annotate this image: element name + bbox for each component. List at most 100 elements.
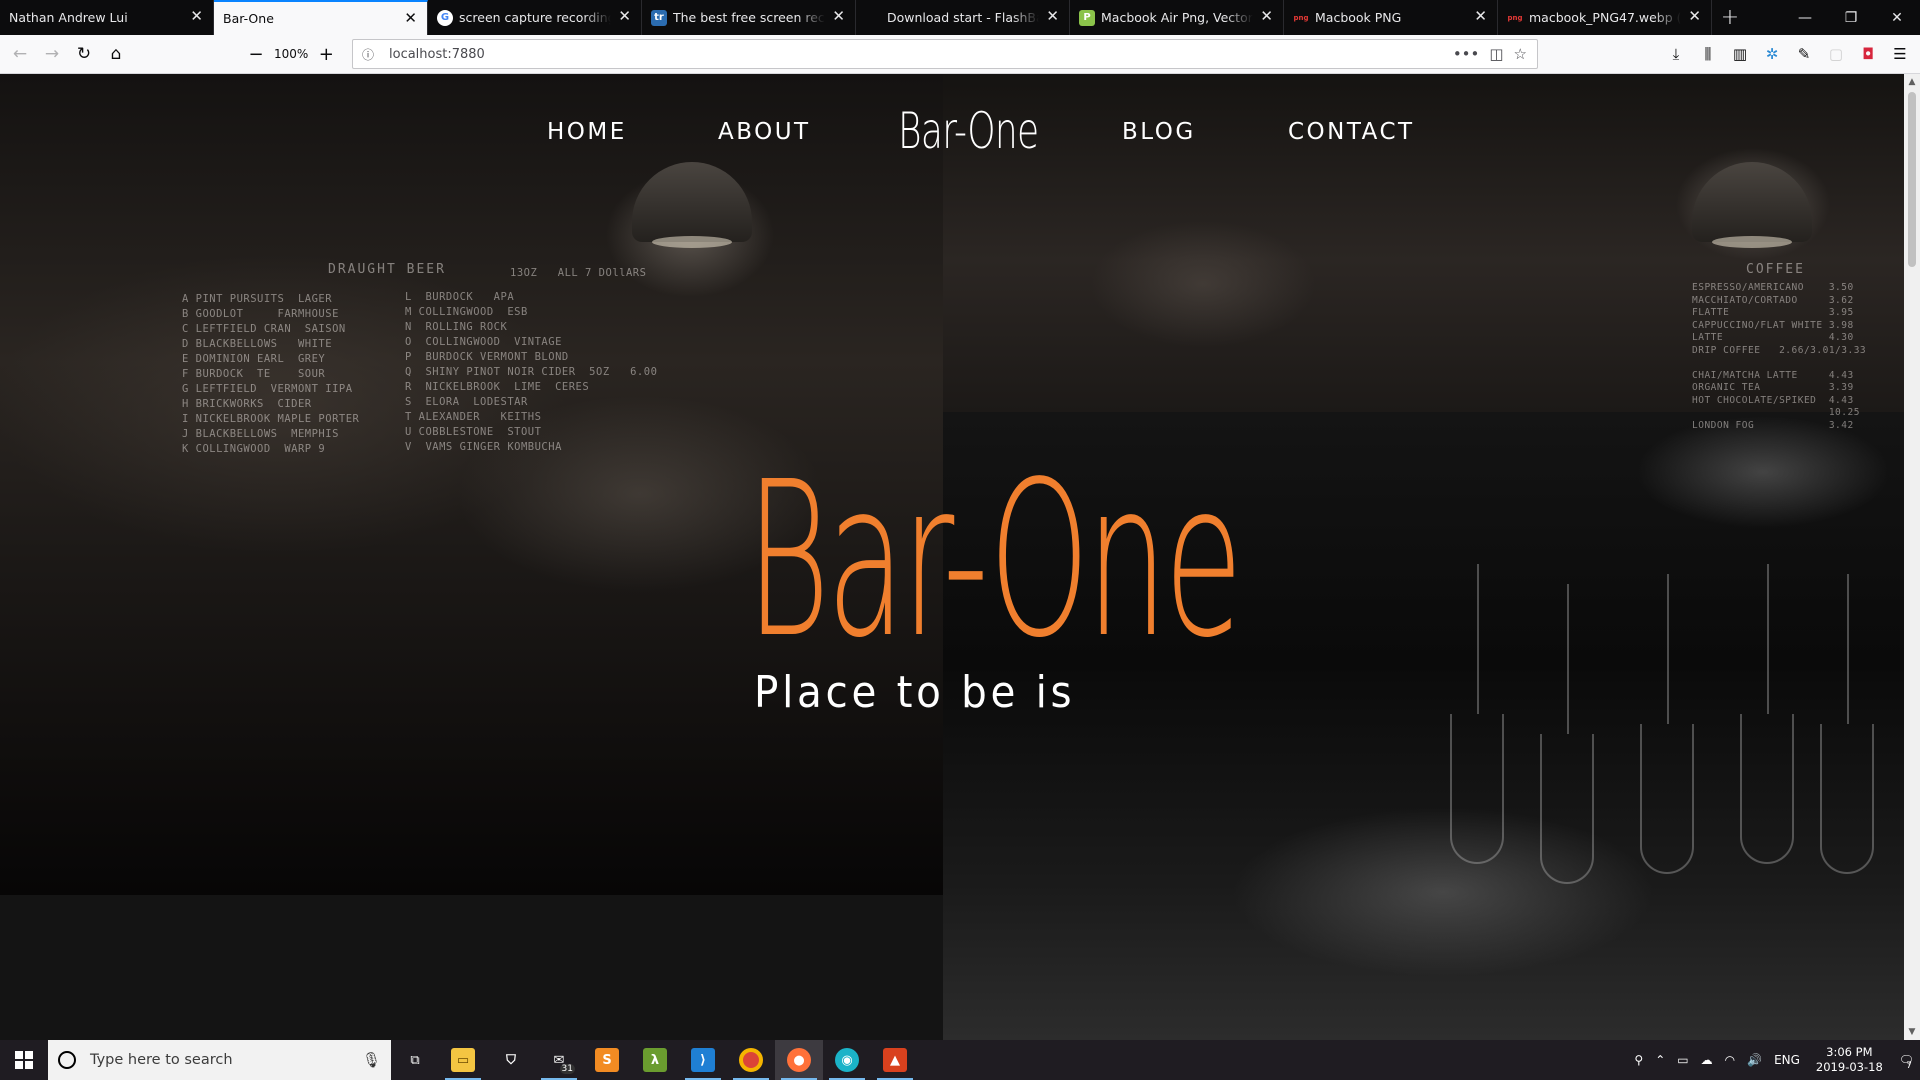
flashback-favicon-icon (865, 10, 881, 26)
eyedropper-icon[interactable]: ✎ (1790, 40, 1818, 68)
tab-close-icon[interactable]: ✕ (1260, 9, 1273, 24)
tab-close-icon[interactable]: ✕ (832, 9, 845, 24)
clock-time: 3:06 PM (1826, 1045, 1873, 1059)
scroll-down-arrow-icon[interactable]: ▼ (1904, 1024, 1920, 1040)
onedrive-icon[interactable]: ☁ (1695, 1053, 1719, 1067)
wine-glass-icon (1820, 574, 1874, 874)
reload-button[interactable]: ↻ (68, 40, 100, 68)
clock-date: 2019-03-18 (1815, 1060, 1883, 1074)
forward-button[interactable]: → (36, 40, 68, 68)
browser-tab-active[interactable]: Bar-One ✕ (214, 0, 428, 35)
zoom-in-button[interactable]: + (312, 40, 340, 68)
tab-close-icon[interactable]: ✕ (1474, 9, 1487, 24)
maximize-button[interactable]: ❐ (1828, 0, 1874, 35)
draught-beer-list-left: A PINT PURSUITS LAGER B GOODLOT FARMHOUS… (182, 293, 360, 455)
home-button[interactable]: ⌂ (100, 40, 132, 68)
vscode-icon: ⟩ (691, 1048, 715, 1072)
language-indicator[interactable]: ENG (1768, 1053, 1806, 1067)
tab-title: Bar-One (223, 11, 274, 26)
taskbar-mail[interactable]: ✉ 31 (535, 1040, 583, 1080)
browser-tab[interactable]: P Macbook Air Png, Vectors, P ✕ (1070, 0, 1284, 35)
menu-hamburger-icon[interactable]: ☰ (1886, 40, 1914, 68)
nav-blog-link[interactable]: BLOG (1122, 119, 1196, 145)
tab-close-icon[interactable]: ✕ (1046, 9, 1059, 24)
scrollbar-thumb[interactable] (1908, 92, 1916, 267)
browser-tab[interactable]: Download start - FlashBack - ✕ (856, 0, 1070, 35)
store-bag-icon: ⛉ (506, 1052, 516, 1068)
draught-beer-heading: DRAUGHT BEER (328, 262, 446, 277)
browser-tab[interactable]: G screen capture recording - G ✕ (428, 0, 642, 35)
nav-about-link[interactable]: ABOUT (718, 119, 811, 145)
chrome-icon (739, 1048, 763, 1072)
clock[interactable]: 3:06 PM 2019-03-18 (1806, 1045, 1893, 1075)
zoom-level[interactable]: 100% (270, 47, 312, 61)
taskbar-recorder[interactable]: ▲ (871, 1040, 919, 1080)
notification-count: 7 (1906, 1061, 1912, 1071)
taskbar-lambda-app[interactable]: λ (631, 1040, 679, 1080)
people-icon[interactable]: ⚲ (1628, 1053, 1649, 1067)
taskbar-search-box[interactable]: Type here to search 🎙 (48, 1040, 391, 1080)
taskbar-store[interactable]: ⛉ (487, 1040, 535, 1080)
site-info-icon[interactable]: ⓘ (353, 46, 383, 63)
sidebar-icon[interactable]: ▥ (1726, 40, 1754, 68)
nav-contact-link[interactable]: CONTACT (1288, 119, 1415, 145)
zoom-out-button[interactable]: − (242, 40, 270, 68)
system-tray: ⚲ ⌃ ▭ ☁ ◠ 🔊 ENG 3:06 PM 2019-03-18 🗨 7 (1628, 1040, 1920, 1080)
browser-tab[interactable]: Nathan Andrew Lui ✕ (0, 0, 214, 35)
library-icon[interactable]: ⫼ (1694, 40, 1722, 68)
taskbar-sublime[interactable]: S (583, 1040, 631, 1080)
wifi-icon[interactable]: ◠ (1719, 1053, 1741, 1067)
browser-toolbar: ← → ↻ ⌂ − 100% + ⓘ localhost:7880 ••• ◫ … (0, 35, 1920, 74)
taskbar-chrome[interactable] (727, 1040, 775, 1080)
taskbar-firefox[interactable]: ● (775, 1040, 823, 1080)
action-center-icon[interactable]: 🗨 7 (1893, 1053, 1920, 1071)
minimize-button[interactable]: — (1782, 0, 1828, 35)
tab-title: screen capture recording - G (459, 10, 611, 25)
battery-icon[interactable]: ▭ (1671, 1053, 1694, 1067)
start-button[interactable] (0, 1040, 48, 1080)
search-placeholder[interactable]: Type here to search (90, 1052, 362, 1068)
new-tab-button[interactable]: + (1712, 0, 1748, 35)
microphone-icon[interactable]: 🎙 (362, 1051, 381, 1069)
google-favicon-icon: G (437, 9, 453, 26)
taskbar-vscode[interactable]: ⟩ (679, 1040, 727, 1080)
pngtree-favicon-icon: P (1079, 9, 1095, 26)
hero-title: Bar-One (746, 436, 1243, 685)
page-scrollbar[interactable]: ▲ ▼ (1904, 74, 1920, 1040)
bookmark-star-icon[interactable]: ☆ (1514, 45, 1527, 63)
windows-logo-icon (15, 1051, 33, 1069)
taskbar-file-explorer[interactable]: ▭ (439, 1040, 487, 1080)
page-viewport: DRAUGHT BEER 13OZ ALL 7 DOllARS A PINT P… (0, 74, 1904, 1040)
taskbar-app-cyan[interactable]: ◉ (823, 1040, 871, 1080)
wine-glass-icon (1450, 564, 1504, 864)
tray-overflow-chevron-icon[interactable]: ⌃ (1649, 1053, 1671, 1067)
browser-tab[interactable]: png macbook_PNG47.webp (WEB ✕ (1498, 0, 1712, 35)
extension-blank-icon[interactable]: ▢ (1822, 40, 1850, 68)
pocket-icon[interactable]: ◫ (1489, 45, 1503, 63)
task-view-button[interactable]: ⧉ (391, 1040, 439, 1080)
recorder-icon: ▲ (883, 1048, 907, 1072)
browser-tab[interactable]: png Macbook PNG ✕ (1284, 0, 1498, 35)
tab-title: The best free screen recorde (673, 10, 825, 25)
cortana-icon (58, 1051, 76, 1069)
extension-icon[interactable]: ✲ (1758, 40, 1786, 68)
site-logo[interactable]: Bar-One (898, 102, 1039, 160)
url-text[interactable]: localhost:7880 (383, 47, 1453, 62)
scroll-up-arrow-icon[interactable]: ▲ (1904, 74, 1920, 90)
volume-icon[interactable]: 🔊 (1741, 1053, 1768, 1067)
page-actions-icon[interactable]: ••• (1453, 45, 1480, 63)
nav-home-link[interactable]: HOME (547, 119, 627, 145)
sublime-text-icon: S (595, 1048, 619, 1072)
tab-close-icon[interactable]: ✕ (618, 9, 631, 24)
back-button[interactable]: ← (4, 40, 36, 68)
downloads-icon[interactable]: ⤓ (1662, 40, 1690, 68)
pocket-save-icon[interactable]: ◘ (1854, 40, 1882, 68)
tab-close-icon[interactable]: ✕ (1688, 9, 1701, 24)
tab-close-icon[interactable]: ✕ (404, 11, 417, 26)
window-controls: — ❐ ✕ (1782, 0, 1920, 35)
tab-close-icon[interactable]: ✕ (190, 9, 203, 24)
url-bar[interactable]: ⓘ localhost:7880 ••• ◫ ☆ (352, 39, 1538, 69)
png-favicon-icon: png (1507, 13, 1523, 22)
close-window-button[interactable]: ✕ (1874, 0, 1920, 35)
browser-tab[interactable]: tr The best free screen recorde ✕ (642, 0, 856, 35)
